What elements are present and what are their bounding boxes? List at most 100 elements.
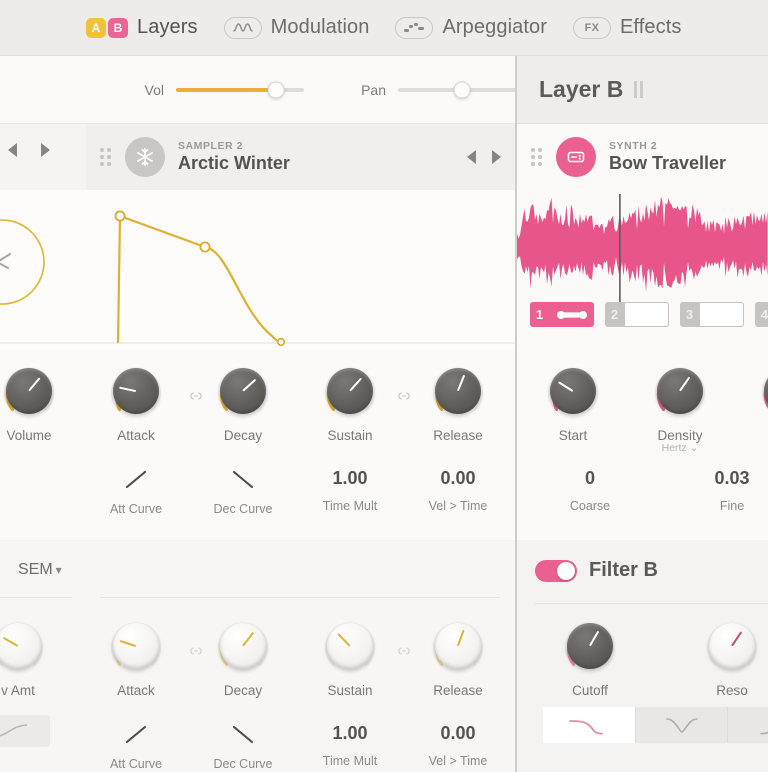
sample-slot-2[interactable]: 2 [605, 302, 669, 327]
knob-env-amt-label: v Amt [1, 683, 35, 698]
badge-a: A [86, 17, 106, 38]
knob-reso[interactable]: Reso [700, 617, 764, 698]
next-preset-edge-icon[interactable] [41, 143, 50, 157]
sample-slot-4[interactable]: 4 [755, 302, 768, 327]
link-icon-mod-sustain-release[interactable] [396, 643, 412, 655]
knob-release-label: Release [433, 428, 483, 443]
knob-volume-dial[interactable] [0, 362, 58, 420]
value-dec-curve[interactable]: Dec Curve [211, 468, 275, 516]
filter-type-lowpass[interactable] [543, 707, 635, 743]
previous-preset-icon[interactable] [467, 150, 476, 164]
tab-arpeggiator-label: Arpeggiator [442, 16, 547, 38]
drag-handle-icon-right[interactable] [531, 148, 542, 166]
pause-icon[interactable] [634, 81, 644, 98]
mixer-strip: Vol Pan [0, 56, 526, 124]
knob-attack[interactable]: Attack [104, 362, 168, 443]
drag-handle-icon[interactable] [100, 148, 111, 166]
value-mod-dec-curve[interactable]: Dec Curve [211, 723, 275, 771]
next-preset-icon[interactable] [492, 150, 501, 164]
knob-third-dial[interactable] [758, 362, 768, 420]
value-coarse[interactable]: 0 Coarse [558, 468, 622, 513]
link-icon-mod-attack-decay[interactable] [188, 643, 204, 655]
knob-reso-dial[interactable] [703, 617, 761, 675]
knob-start-dial[interactable] [544, 362, 602, 420]
knob-release-dial[interactable] [429, 362, 487, 420]
knob-start-label: Start [558, 428, 588, 443]
mod-envelope-section: SEM ▾ v Amt Attack Decay Sustain Release… [0, 541, 515, 772]
knob-mod-sustain-dial[interactable] [321, 617, 379, 675]
knob-third-partial[interactable] [755, 362, 768, 420]
knob-density-unit-dropdown[interactable]: Hertz ⌄ [648, 442, 712, 454]
value-fine[interactable]: 0.03 Fine [700, 468, 764, 513]
volume-fill [176, 87, 276, 92]
chevron-down-icon: ▾ [55, 563, 62, 577]
knob-cutoff-label: Cutoff [572, 683, 608, 698]
value-time-mult-label: Time Mult [322, 499, 378, 513]
value-vel-time-number: 0.00 [440, 468, 476, 488]
filter-b-toggle[interactable] [535, 559, 577, 582]
tab-layers[interactable]: A B Layers [86, 16, 198, 39]
knob-mod-sustain[interactable]: Sustain [318, 617, 382, 698]
filter-type-bandpass[interactable] [635, 707, 727, 743]
knob-sustain[interactable]: Sustain [318, 362, 382, 443]
knob-cutoff-dial[interactable] [561, 617, 619, 675]
arp-steps-icon [395, 16, 434, 39]
value-mod-time-mult[interactable]: 1.00 Time Mult [318, 723, 382, 768]
pan-thumb[interactable] [453, 81, 471, 98]
sample-slot-3-content [699, 302, 744, 327]
knob-cutoff[interactable]: Cutoff [558, 617, 622, 698]
sem-dropdown[interactable]: SEM ▾ [18, 561, 62, 579]
link-icon-attack-decay[interactable] [188, 388, 204, 400]
volume-slider[interactable] [176, 81, 304, 98]
value-att-curve[interactable]: Att Curve [104, 468, 168, 516]
curve-up-icon [104, 468, 168, 492]
envelope-display-left[interactable] [0, 190, 515, 350]
filter-type-highpass[interactable] [727, 707, 768, 743]
value-time-mult[interactable]: 1.00 Time Mult [318, 468, 382, 513]
value-mod-vel-time[interactable]: 0.00 Vel > Time [426, 723, 490, 768]
pan-slider[interactable] [398, 81, 526, 98]
knob-start[interactable]: Start [541, 362, 605, 443]
sample-slot-1[interactable]: 1 [530, 302, 594, 327]
instrument-left-meta: SAMPLER 2 Arctic Winter [178, 140, 467, 174]
knob-mod-attack-dial[interactable] [107, 617, 165, 675]
knob-attack-dial[interactable] [107, 362, 165, 420]
knob-density-dial[interactable] [651, 362, 709, 420]
knob-decay-dial[interactable] [214, 362, 272, 420]
previous-preset-edge-icon[interactable] [8, 143, 17, 157]
tab-arpeggiator[interactable]: Arpeggiator [395, 16, 547, 39]
filter-curve-swatch[interactable] [0, 715, 50, 747]
knob-mod-attack[interactable]: Attack [104, 617, 168, 698]
knob-mod-decay-dial[interactable] [214, 617, 272, 675]
knob-release[interactable]: Release [426, 362, 490, 443]
knob-density[interactable]: Density Hertz ⌄ [648, 362, 712, 454]
knob-sustain-label: Sustain [327, 428, 373, 443]
knob-mod-decay[interactable]: Decay [211, 617, 275, 698]
value-vel-time[interactable]: 0.00 Vel > Time [426, 468, 490, 513]
value-mod-vel-time-label: Vel > Time [428, 754, 488, 768]
knob-decay[interactable]: Decay [211, 362, 275, 443]
volume-thumb[interactable] [267, 81, 285, 98]
tab-effects-label: Effects [619, 16, 682, 38]
knob-attack-label: Attack [117, 428, 155, 443]
knob-env-amt-dial[interactable] [0, 617, 47, 675]
instrument-header-left: SAMPLER 2 Arctic Winter [86, 124, 515, 190]
tab-effects[interactable]: FX Effects [572, 16, 682, 39]
sample-slot-3[interactable]: 3 [680, 302, 744, 327]
instrument-right-meta: SYNTH 2 Bow Traveller [609, 140, 754, 174]
value-coarse-number: 0 [584, 468, 595, 488]
knob-mod-release-dial[interactable] [429, 617, 487, 675]
knob-env-amt[interactable]: v Amt [0, 617, 50, 698]
pan-label: Pan [361, 81, 386, 98]
link-icon-sustain-release[interactable] [396, 388, 412, 400]
tab-modulation[interactable]: Modulation [223, 16, 370, 39]
knob-volume[interactable]: Volume [0, 362, 61, 443]
instrument-left-kind: SAMPLER 2 [178, 140, 244, 152]
volume-slider-group: Vol [128, 81, 304, 98]
sem-dropdown-label: SEM [18, 561, 53, 578]
knob-sustain-dial[interactable] [321, 362, 379, 420]
value-mod-att-curve-label: Att Curve [109, 757, 163, 771]
value-mod-att-curve[interactable]: Att Curve [104, 723, 168, 771]
knob-mod-release[interactable]: Release [426, 617, 490, 698]
curve-down-icon-mod [211, 723, 275, 747]
